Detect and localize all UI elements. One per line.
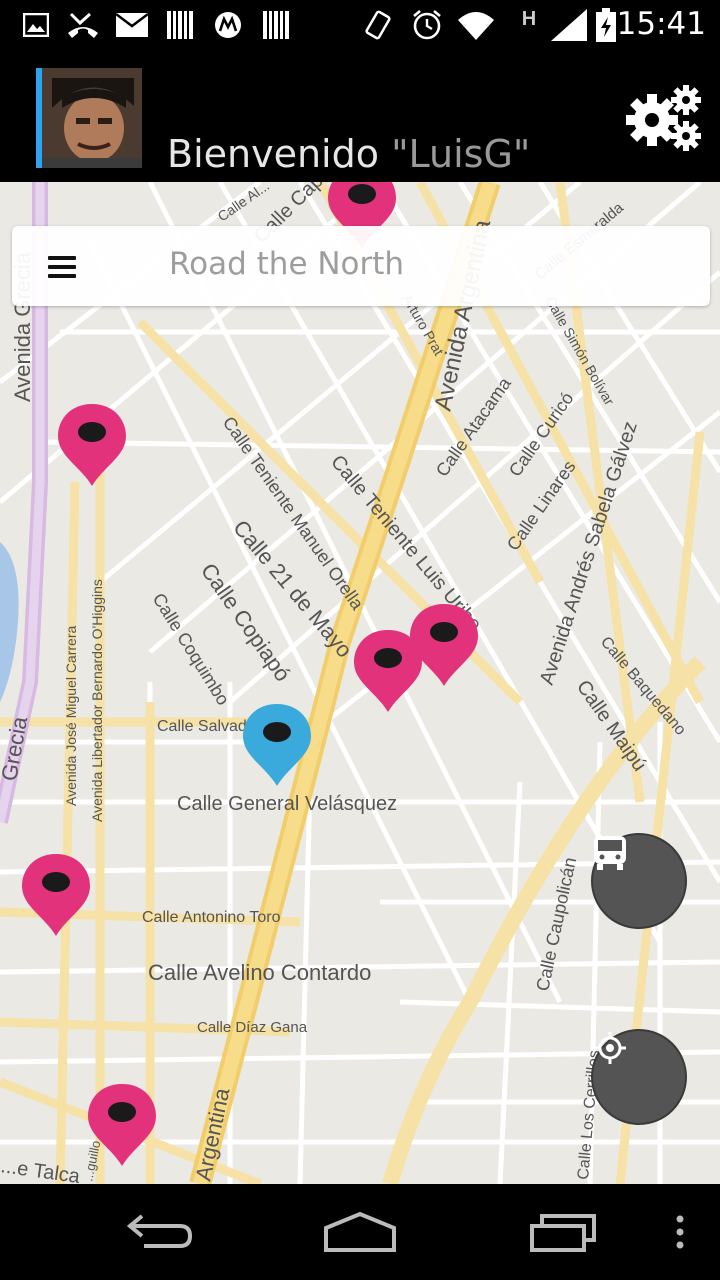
vibrate-icon — [362, 10, 394, 40]
overflow-menu-icon[interactable] — [668, 1204, 692, 1260]
welcome-prefix: Bienvenido — [167, 132, 379, 176]
street-label: Calle Antonino Toro — [142, 909, 281, 926]
street-label: Avenida Libertador Bernardo O'Higgins — [89, 579, 105, 822]
motorola-icon — [212, 10, 244, 40]
system-nav-bar — [0, 1184, 720, 1280]
street-label: Calle Díaz Gana — [197, 1019, 308, 1036]
status-bar: H 15:41 — [0, 0, 720, 50]
barcode-icon — [262, 10, 290, 40]
battery-icon — [594, 8, 618, 42]
street-label: Avenida José Miguel Carrera — [63, 626, 79, 806]
wifi-icon — [456, 10, 496, 40]
gears-icon[interactable] — [626, 82, 704, 154]
alarm-icon — [410, 10, 444, 40]
network-type-label: H — [521, 7, 537, 30]
hamburger-menu-icon[interactable] — [48, 256, 76, 278]
my-location-icon — [594, 1032, 626, 1064]
bus-icon — [594, 836, 626, 870]
barcode-icon — [166, 10, 194, 40]
username: "LuisG" — [391, 132, 531, 176]
search-bar[interactable]: Road the North — [12, 226, 710, 306]
signal-icon — [548, 9, 588, 41]
map-view[interactable]: Avenida Grecia Grecia Calle Al... Calle … — [0, 182, 720, 1184]
bus-button[interactable] — [591, 833, 687, 929]
search-input[interactable]: Road the North — [169, 246, 404, 282]
missed-call-icon — [66, 10, 100, 40]
clock: 15:41 — [616, 6, 706, 42]
my-location-button[interactable] — [591, 1029, 687, 1125]
home-icon[interactable] — [318, 1204, 402, 1260]
image-icon — [22, 10, 50, 40]
welcome-text: Bienvenido "LuisG" — [167, 132, 530, 176]
street-label: Calle General Velásquez — [177, 793, 397, 815]
mail-icon — [114, 10, 150, 40]
street-label: Calle Avelino Contardo — [148, 960, 371, 985]
app-header: Bienvenido "LuisG" — [0, 50, 720, 182]
user-avatar[interactable] — [42, 68, 142, 168]
recents-icon[interactable] — [522, 1204, 602, 1260]
back-icon[interactable] — [120, 1204, 200, 1260]
